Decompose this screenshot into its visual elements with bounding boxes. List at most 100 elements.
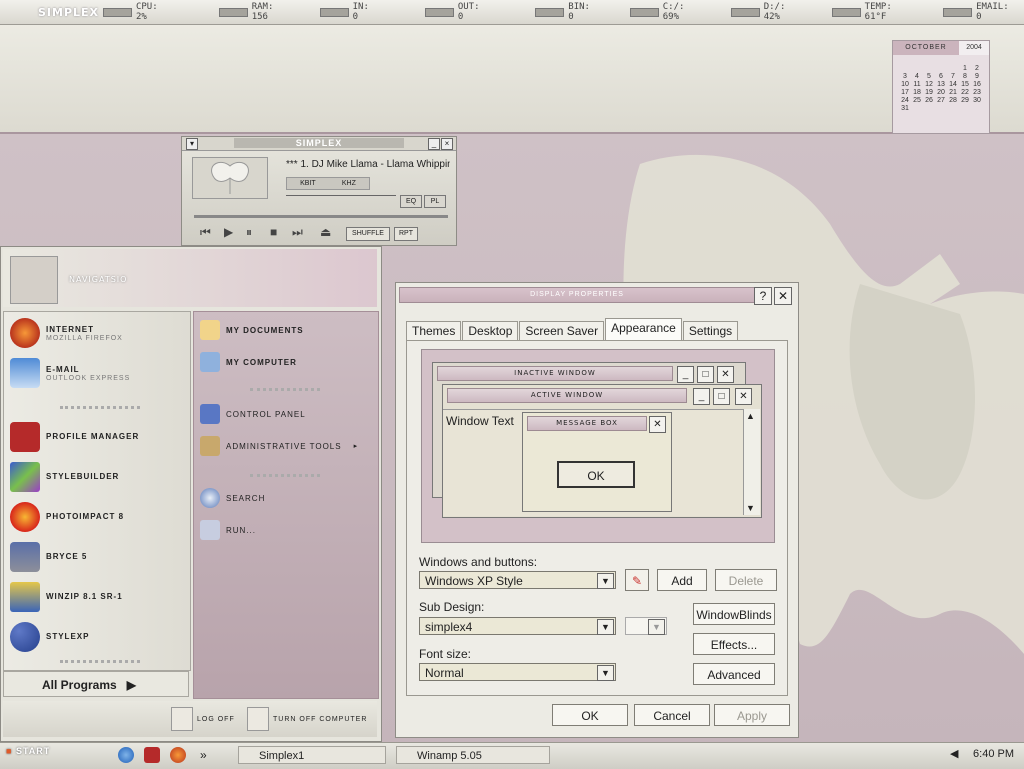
calendar-day[interactable]: 8 [959,73,971,80]
tab-settings[interactable]: Settings [682,321,739,341]
tab-screen-saver[interactable]: Screen Saver [519,321,605,341]
calendar-day[interactable]: 19 [923,89,935,96]
calendar-day[interactable]: 21 [947,89,959,96]
place-search[interactable]: SEARCH [200,488,265,508]
quick-launch-more-icon[interactable]: » [200,748,207,762]
place-run[interactable]: RUN... [200,520,256,540]
place-control-panel[interactable]: CONTROL PANEL [200,404,306,424]
recent-photoimpact[interactable]: PHOTOIMPACT 8 [10,502,124,532]
pause-icon[interactable]: ⏸ [246,225,252,240]
calendar-day[interactable]: 16 [971,81,983,88]
recent-profile-manager[interactable]: PROFILE MANAGER [10,422,139,452]
all-programs-button[interactable]: All Programs ▶ [3,671,189,697]
calendar-day[interactable] [899,65,911,72]
calendar-day[interactable]: 25 [911,97,923,104]
calendar-day[interactable]: 2 [971,65,983,72]
calendar-day[interactable]: 18 [911,89,923,96]
calendar-day[interactable]: 26 [923,97,935,104]
pinned-internet[interactable]: INTERNET MOZILLA FIREFOX [10,318,123,348]
calendar-day[interactable] [911,65,923,72]
color-picker-button[interactable]: ✎ [625,569,649,591]
cancel-button[interactable]: Cancel [634,704,710,726]
calendar-day[interactable]: 28 [947,97,959,104]
calendar-day[interactable]: 22 [959,89,971,96]
winamp-seek-bar[interactable] [194,215,448,218]
calendar-day[interactable]: 31 [899,105,911,112]
windowblinds-button[interactable]: WindowBlinds [693,603,775,625]
winamp-volume-slider[interactable] [286,195,396,202]
start-button[interactable]: ■ START [6,746,50,756]
delete-button[interactable]: Delete [715,569,777,591]
windows-buttons-select[interactable]: Windows XP Style ▼ [419,571,616,589]
recent-bryce[interactable]: BRYCE 5 [10,542,87,572]
calendar-day[interactable]: 5 [923,73,935,80]
tab-desktop[interactable]: Desktop [462,321,519,341]
place-my-documents[interactable]: MY DOCUMENTS [200,320,304,340]
calendar-day[interactable] [947,65,959,72]
repeat-button[interactable]: RPT [394,227,418,241]
winamp-close-button[interactable]: × [441,138,453,150]
firefox-icon[interactable] [170,747,186,763]
recent-stylexp[interactable]: STYLEXP [10,622,89,652]
calendar-day[interactable] [935,65,947,72]
sub-design-select[interactable]: simplex4 ▼ [419,617,616,635]
calendar-day[interactable]: 9 [971,73,983,80]
tray-expand-icon[interactable]: ◀ [950,747,958,760]
play-icon[interactable]: ▶ [224,225,233,239]
winamp-player[interactable]: ▾ SIMPLEX _ × *** 1. DJ Mike Llama - Lla… [181,136,457,246]
avatar[interactable] [10,256,58,304]
tab-appearance[interactable]: Appearance [605,318,682,341]
stop-icon[interactable]: ■ [270,225,277,239]
tab-themes[interactable]: Themes [406,321,462,341]
calendar-day[interactable]: 27 [935,97,947,104]
calendar-day[interactable]: 15 [959,81,971,88]
calendar-day[interactable]: 20 [935,89,947,96]
place-administrative-tools[interactable]: ADMINISTRATIVE TOOLS ▸ [200,436,357,456]
pinned-email[interactable]: E-MAIL OUTLOOK EXPRESS [10,358,130,388]
calendar-day[interactable]: 14 [947,81,959,88]
winamp-playlist-button[interactable]: PL [424,195,446,208]
add-button[interactable]: Add [657,569,707,591]
winamp-titlebar[interactable]: ▾ SIMPLEX _ × [182,137,456,151]
ok-button[interactable]: OK [552,704,628,726]
place-my-computer[interactable]: MY COMPUTER [200,352,297,372]
previous-icon[interactable]: ⏮ [200,225,211,240]
winamp-menu-button[interactable]: ▾ [186,138,198,150]
close-icon: ✕ [777,289,789,303]
winamp-minimize-button[interactable]: _ [428,138,440,150]
winamp-eq-button[interactable]: EQ [400,195,422,208]
calendar-day[interactable]: 3 [899,73,911,80]
shuffle-button[interactable]: SHUFFLE [346,227,390,241]
calendar-day[interactable]: 1 [959,65,971,72]
calendar-day[interactable] [923,65,935,72]
calendar-day[interactable]: 13 [935,81,947,88]
effects-button[interactable]: Effects... [693,633,775,655]
calendar-day[interactable]: 4 [911,73,923,80]
turn-off-button[interactable]: TURN OFF COMPUTER [247,707,367,731]
calendar-day[interactable]: 6 [935,73,947,80]
task-simplex1[interactable]: Simplex1 [238,746,386,764]
log-off-button[interactable]: LOG OFF [171,707,235,731]
calendar-day[interactable]: 7 [947,73,959,80]
eject-icon[interactable]: ⏏ [320,225,331,239]
color-swatch-select[interactable]: ▼ [625,617,667,635]
recent-stylebuilder[interactable]: STYLEBUILDER [10,462,119,492]
calendar-day[interactable]: 29 [959,97,971,104]
calendar-day[interactable]: 23 [971,89,983,96]
calendar-day[interactable]: 10 [899,81,911,88]
next-icon[interactable]: ⏭ [292,225,303,240]
dragon-icon[interactable] [144,747,160,763]
internet-explorer-icon[interactable] [118,747,134,763]
apply-button[interactable]: Apply [714,704,790,726]
advanced-button[interactable]: Advanced [693,663,775,685]
calendar-day[interactable]: 12 [923,81,935,88]
calendar-day[interactable]: 30 [971,97,983,104]
help-button[interactable]: ? [754,287,772,305]
calendar-day[interactable]: 17 [899,89,911,96]
close-button[interactable]: ✕ [774,287,792,305]
calendar-day[interactable]: 24 [899,97,911,104]
font-size-select[interactable]: Normal ▼ [419,663,616,681]
recent-winzip[interactable]: WINZIP 8.1 SR-1 [10,582,123,612]
task-winamp[interactable]: Winamp 5.05 [396,746,550,764]
calendar-day[interactable]: 11 [911,81,923,88]
